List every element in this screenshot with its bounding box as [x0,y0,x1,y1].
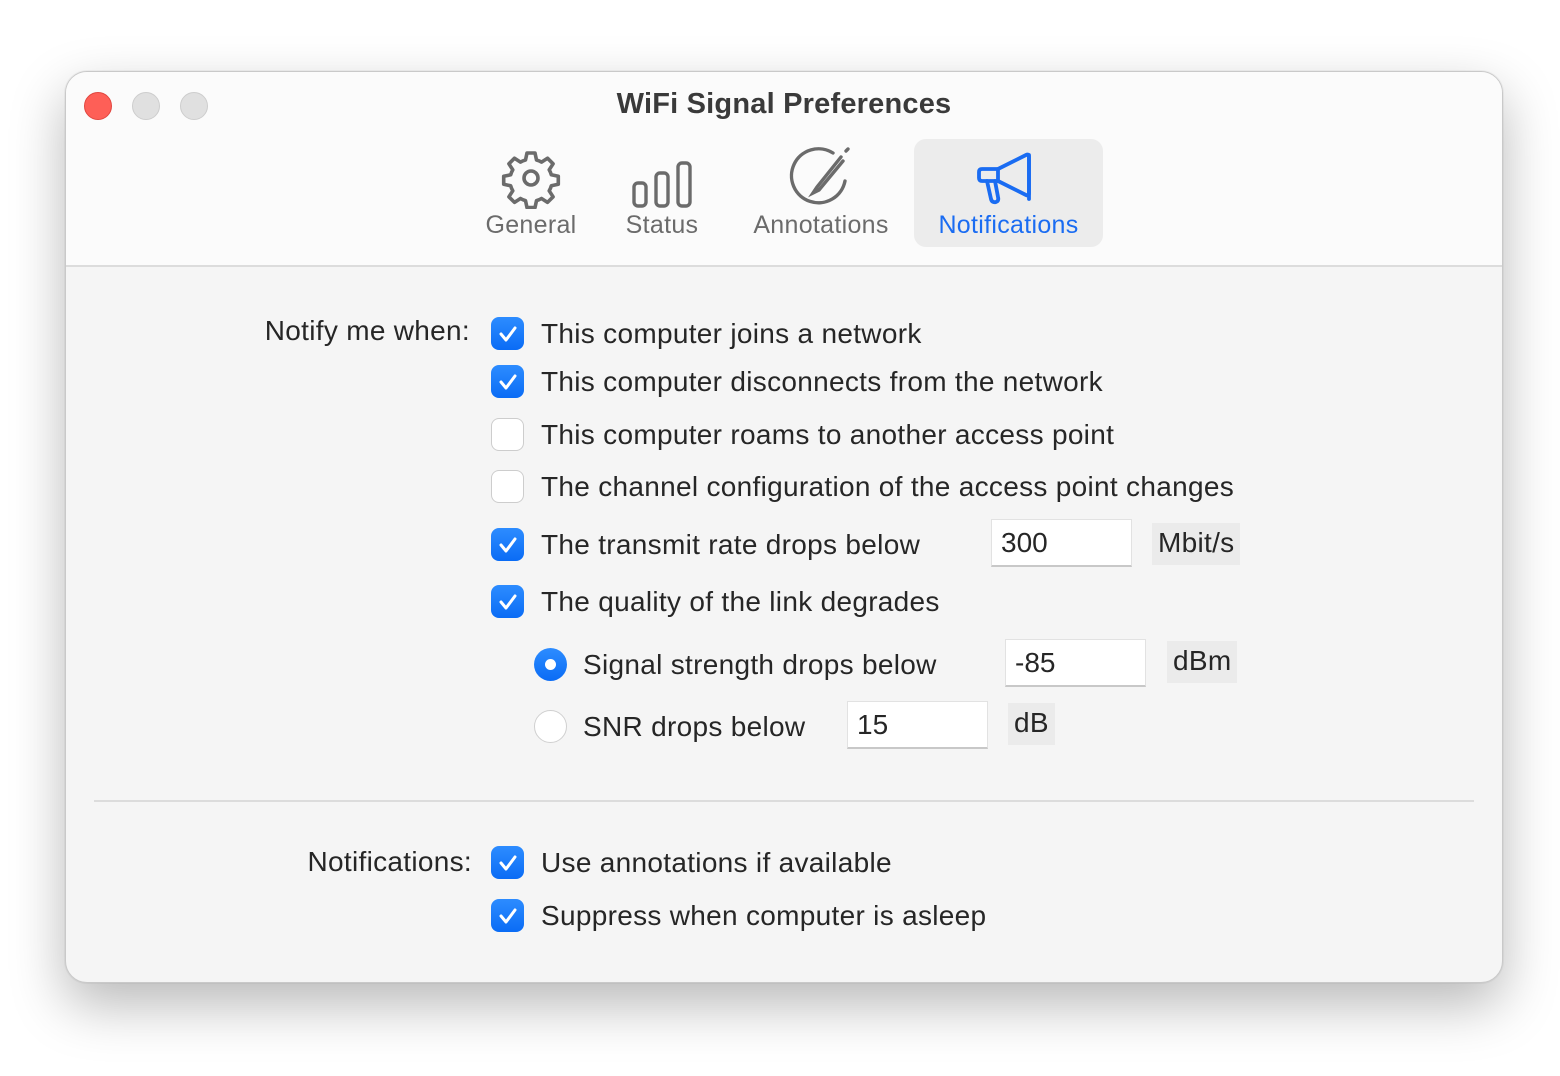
transmit-rate-unit: Mbit/s [1152,523,1241,565]
pencil-circle-icon [789,139,853,209]
option-suppress-asleep[interactable]: Suppress when computer is asleep [491,899,986,932]
bars-icon [631,139,693,209]
tab-annotations[interactable]: Annotations [741,139,901,247]
checkbox-unchecked[interactable] [491,470,524,503]
preferences-window: WiFi Signal Preferences General Status A… [65,71,1503,983]
gear-icon [500,139,562,209]
option-transmit-rate[interactable]: The transmit rate drops below [491,528,920,561]
notifications-pane: Notify me when: This computer joins a ne… [66,267,1502,982]
checkbox-checked[interactable] [491,365,524,398]
radio-signal-strength[interactable]: Signal strength drops below [534,648,937,681]
tab-annotations-label: Annotations [753,211,889,239]
option-use-annotations[interactable]: Use annotations if available [491,846,892,879]
megaphone-icon [976,139,1042,209]
notify-me-when-label: Notify me when: [264,315,470,346]
checkbox-checked[interactable] [491,846,524,879]
option-label: This computer joins a network [541,317,922,349]
checkbox-unchecked[interactable] [491,418,524,451]
tab-notifications-label: Notifications [938,211,1079,239]
radio-label: SNR drops below [583,710,806,742]
option-label: This computer roams to another access po… [541,418,1115,450]
snr-input[interactable] [847,701,988,749]
checkbox-checked[interactable] [491,317,524,350]
option-label: This computer disconnects from the netwo… [541,365,1103,397]
radio-label: Signal strength drops below [583,648,937,680]
transmit-rate-input[interactable] [991,519,1132,567]
checkbox-checked[interactable] [491,899,524,932]
tab-notifications[interactable]: Notifications [914,139,1103,247]
notifications-label: Notifications: [307,846,472,877]
option-roams[interactable]: This computer roams to another access po… [491,418,1114,451]
tab-general[interactable]: General [476,139,586,247]
radio-unselected[interactable] [534,710,567,743]
signal-strength-unit: dBm [1167,641,1238,683]
preference-tabs: General Status Annotations Notifications [66,139,1502,247]
window-title: WiFi Signal Preferences [616,88,952,120]
option-link-quality[interactable]: The quality of the link degrades [491,585,940,618]
tab-general-label: General [485,211,577,239]
radio-selected[interactable] [534,648,567,681]
option-label: The channel configuration of the access … [541,470,1235,502]
option-channel-changes[interactable]: The channel configuration of the access … [491,470,1234,503]
option-label: Suppress when computer is asleep [541,899,987,931]
section-divider [94,800,1474,802]
tab-status[interactable]: Status [614,139,710,247]
option-label: The transmit rate drops below [541,528,921,560]
checkbox-checked[interactable] [491,528,524,561]
option-disconnects[interactable]: This computer disconnects from the netwo… [491,365,1103,398]
toolbar: WiFi Signal Preferences General Status A… [66,72,1502,267]
signal-strength-input[interactable] [1005,639,1146,687]
option-label: Use annotations if available [541,846,892,878]
checkbox-checked[interactable] [491,585,524,618]
radio-snr[interactable]: SNR drops below [534,710,805,743]
tab-status-label: Status [625,211,699,239]
option-joins-network[interactable]: This computer joins a network [491,317,922,350]
option-label: The quality of the link degrades [541,585,940,617]
snr-unit: dB [1008,703,1055,745]
